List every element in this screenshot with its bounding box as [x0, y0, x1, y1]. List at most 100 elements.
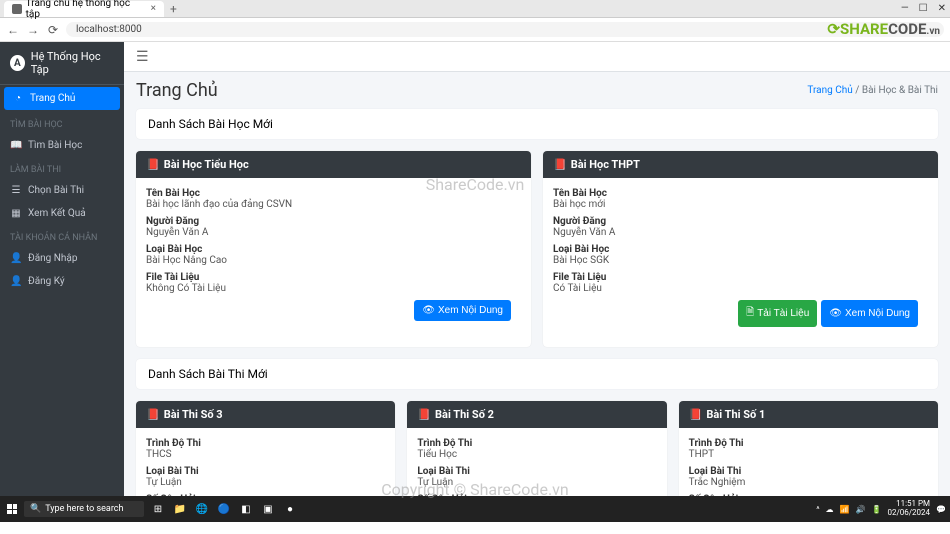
view-content-button[interactable]: 👁Xem Nội Dung [414, 300, 511, 321]
value-lesson-name: Bài học mới [553, 199, 928, 210]
label-level: Trình Độ Thi [146, 438, 385, 449]
explorer-icon[interactable]: 📁 [170, 499, 190, 519]
list-icon: ☰ [10, 185, 22, 196]
windows-logo-icon [7, 504, 17, 514]
user-icon: 👤 [10, 253, 22, 264]
nav-label: Chọn Bài Thi [28, 185, 84, 196]
book-icon: 📕 [689, 408, 703, 421]
file-icon: 🗎 [746, 305, 754, 322]
label-type: Loại Bài Học [146, 244, 521, 255]
taskbar-search[interactable]: 🔍 Type here to search [24, 501, 144, 517]
start-button[interactable] [4, 501, 20, 517]
label-questions: Số Câu Hỏi [146, 494, 385, 496]
card-header: 📕Bài Thi Số 1 [679, 401, 938, 428]
notifications-icon[interactable]: 💬 [936, 505, 946, 514]
nav-section-search: TÌM BÀI HỌC [0, 112, 124, 134]
book-icon: 📕 [417, 408, 431, 421]
book-icon: 📕 [553, 158, 567, 171]
sidebar-item-search-lesson[interactable]: 📖 Tìm Bài Học [0, 134, 124, 157]
lesson-card: 📕 Bài Học Tiểu Học Tên Bài HọcBài học lã… [136, 151, 531, 347]
close-icon[interactable]: ✕ [938, 3, 946, 14]
eye-icon: 👁 [829, 308, 842, 319]
value-file: Có Tài Liệu [553, 283, 928, 294]
favicon-icon [12, 4, 22, 14]
brand-text: Hệ Thống Học Tập [31, 50, 114, 76]
sidebar-item-home[interactable]: ◔ Trang Chủ [4, 87, 120, 110]
chrome-icon[interactable]: 🔵 [214, 499, 234, 519]
browser-tab-bar: Trang chủ hệ thống học tập × + — ☐ ✕ [0, 0, 950, 18]
book-icon: 📕 [146, 408, 160, 421]
value-poster: Nguyễn Văn A [146, 227, 521, 238]
value-poster: Nguyễn Văn A [553, 227, 928, 238]
search-icon: 🔍 [30, 504, 41, 514]
browser-tab[interactable]: Trang chủ hệ thống học tập × [4, 1, 164, 17]
value-level: THCS [146, 449, 385, 460]
sidebar-item-login[interactable]: 👤 Đăng Nhập [0, 247, 124, 270]
nav-section-exam: LÀM BÀI THI [0, 157, 124, 179]
value-type: Bài Học SGK [553, 255, 928, 266]
topbar: ☰ [124, 42, 950, 72]
value-lesson-name: Bài học lãnh đạo của đảng CSVN [146, 199, 521, 210]
sidebar-item-register[interactable]: 👤 Đăng Ký [0, 270, 124, 293]
exam-card: 📕Bài Thi Số 2 Trình Độ ThiTiểu Học Loại … [407, 401, 666, 496]
book-icon: 📕 [146, 158, 160, 171]
brand-icon: A [10, 55, 25, 71]
section-title-exams: Danh Sách Bài Thi Mới [136, 359, 938, 389]
view-content-button[interactable]: 👁Xem Nội Dung [821, 300, 918, 327]
windows-taskbar: 🔍 Type here to search ⊞ 📁 🌐 🔵 ◧ ▣ ● ^ ☁ … [0, 496, 950, 522]
nav-label: Đăng Nhập [28, 253, 77, 264]
lesson-card: 📕 Bài Học THPT Tên Bài HọcBài học mới Ng… [543, 151, 938, 347]
window-controls: — ☐ ✕ [901, 3, 946, 14]
gauge-icon: ◔ [12, 93, 24, 104]
onedrive-icon[interactable]: ☁ [826, 505, 834, 514]
card-header: 📕Bài Thi Số 2 [407, 401, 666, 428]
vscode-icon[interactable]: ◧ [236, 499, 256, 519]
label-exam-type: Loại Bài Thi [146, 466, 385, 477]
sidebar-item-choose-exam[interactable]: ☰ Chọn Bài Thi [0, 179, 124, 202]
new-tab-button[interactable]: + [166, 2, 181, 16]
browser-nav-bar: ← → ⟳ localhost:8000 [0, 18, 950, 42]
nav-section-account: TÀI KHOẢN CÁ NHÂN [0, 225, 124, 247]
card-header: 📕 Bài Học THPT [543, 151, 938, 178]
battery-icon[interactable]: 🔋 [871, 505, 881, 514]
nav-label: Xem Kết Quả [28, 208, 86, 219]
volume-icon[interactable]: 🔊 [856, 505, 866, 514]
nav-label: Tìm Bài Học [28, 140, 82, 151]
taskbar-apps: ⊞ 📁 🌐 🔵 ◧ ▣ ● [148, 499, 300, 519]
main-content: ☰ Trang Chủ Trang Chủ / Bài Học & Bài Th… [124, 42, 950, 496]
task-view-icon[interactable]: ⊞ [148, 499, 168, 519]
url-text: localhost:8000 [76, 24, 142, 35]
reload-icon[interactable]: ⟳ [46, 23, 60, 37]
watermark-logo: ⟳SHARECODE.vn [827, 20, 940, 38]
chevron-up-icon[interactable]: ^ [816, 505, 819, 514]
section-title-lessons: Danh Sách Bài Học Mới [136, 109, 938, 139]
terminal-icon[interactable]: ▣ [258, 499, 278, 519]
back-icon[interactable]: ← [6, 23, 20, 37]
sidebar-item-view-results[interactable]: ▦ Xem Kết Quả [0, 202, 124, 225]
label-file: File Tài Liệu [553, 272, 928, 283]
close-tab-icon[interactable]: × [151, 3, 156, 14]
sidebar-brand[interactable]: A Hệ Thống Học Tập [0, 42, 124, 85]
url-bar[interactable]: localhost:8000 [66, 22, 944, 37]
breadcrumb-home[interactable]: Trang Chủ [807, 85, 852, 96]
app-icon[interactable]: ● [280, 499, 300, 519]
search-placeholder: Type here to search [45, 504, 123, 514]
nav-label: Đăng Ký [28, 276, 65, 287]
label-lesson-name: Tên Bài Học [553, 188, 928, 199]
value-file: Không Có Tài Liệu [146, 283, 521, 294]
label-poster: Người Đăng [146, 216, 521, 227]
download-button[interactable]: 🗎Tải Tài Liệu [738, 300, 817, 327]
edge-icon[interactable]: 🌐 [192, 499, 212, 519]
taskbar-clock[interactable]: 11:51 PM 02/06/2024 [887, 500, 930, 518]
maximize-icon[interactable]: ☐ [919, 3, 928, 14]
user-plus-icon: 👤 [10, 276, 22, 287]
wifi-icon[interactable]: 📶 [840, 505, 850, 514]
label-lesson-name: Tên Bài Học [146, 188, 521, 199]
minimize-icon[interactable]: — [901, 3, 909, 14]
eye-icon: 👁 [422, 305, 435, 316]
label-file: File Tài Liệu [146, 272, 521, 283]
forward-icon[interactable]: → [26, 23, 40, 37]
tab-title: Trang chủ hệ thống học tập [26, 0, 143, 20]
page-title: Trang Chủ [136, 80, 218, 101]
hamburger-icon[interactable]: ☰ [136, 49, 149, 65]
